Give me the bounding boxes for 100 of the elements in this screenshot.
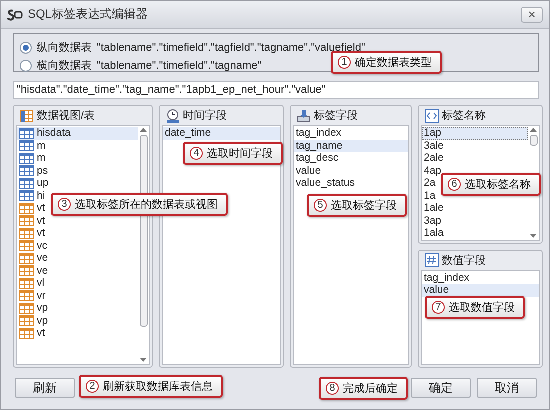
item-text: m (37, 152, 46, 164)
list-item[interactable]: vt (17, 227, 48, 240)
tag-icon (297, 108, 311, 122)
item-text: up (37, 177, 49, 190)
list-item[interactable]: vp (17, 314, 50, 327)
list-item[interactable]: value_status (294, 177, 357, 190)
expression-field[interactable]: "hisdata"."date_time"."tag_name"."1apb1_ep_net_hour"."value" (13, 81, 539, 99)
list-item[interactable]: 4ap (422, 164, 444, 177)
callout-text: 完成后确定 (343, 382, 398, 396)
down-arrow-icon[interactable] (530, 234, 537, 238)
step-number: 2 (86, 380, 99, 393)
list-item[interactable]: 1ale (422, 202, 446, 214)
list-item[interactable]: ve (17, 264, 50, 277)
panel-title: 标签字段 (314, 108, 358, 123)
item-text: ve (37, 264, 48, 277)
step-number: 3 (58, 198, 71, 211)
hash-icon (425, 253, 439, 268)
clock-icon (166, 108, 180, 122)
up-arrow-icon[interactable] (140, 128, 147, 132)
down-arrow-icon[interactable] (140, 358, 147, 362)
list-item[interactable]: 1ala (422, 227, 446, 240)
list-item[interactable]: up (17, 177, 51, 190)
radio-button[interactable] (20, 60, 32, 72)
callout-text: 选取数值字段 (449, 300, 515, 315)
list-item[interactable]: tag_name (294, 140, 408, 152)
step-number: 1 (338, 56, 351, 69)
table-icon (19, 228, 34, 239)
ok-button[interactable]: 确定 (411, 378, 471, 398)
callout-text: 选取标签所在的数据表或视图 (75, 198, 218, 212)
list-item[interactable]: ps (17, 164, 50, 177)
cancel-button[interactable]: 取消 (477, 378, 537, 398)
item-text: hi (37, 190, 46, 202)
item-text: vt (37, 202, 46, 214)
table-icon (19, 178, 34, 189)
list-item[interactable]: 2a (422, 177, 438, 190)
callout-text: 确定数据表类型 (355, 56, 432, 70)
table-icon (19, 202, 34, 214)
list-item[interactable]: 1a (422, 190, 438, 202)
item-text: ve (37, 252, 48, 264)
list-item[interactable]: hi (17, 190, 48, 202)
radio-button[interactable] (20, 42, 32, 54)
item-text: m (37, 140, 46, 152)
panel-title: 数值字段 (442, 254, 486, 268)
item-text: ps (37, 164, 48, 177)
item-text: vl (37, 277, 45, 290)
list-item[interactable]: 3ap (422, 214, 444, 227)
list-item[interactable]: vc (17, 240, 50, 252)
item-text: vt (37, 214, 46, 227)
table-icon (19, 190, 34, 202)
item-text: vp (37, 314, 48, 327)
format-text: "tablename"."timefield"."tagfield"."tagname"."valuefield" (97, 42, 366, 54)
step-number: 6 (448, 178, 461, 191)
list-item[interactable]: vt (17, 214, 48, 227)
list-item[interactable]: date_time (163, 127, 280, 140)
list-item[interactable]: value (422, 284, 539, 297)
table-icon (19, 265, 34, 276)
list-item[interactable]: 1ap (422, 127, 528, 140)
table-icon (19, 215, 34, 226)
list-item[interactable]: tag_index (422, 272, 472, 284)
item-text: vt (37, 327, 46, 340)
code-icon (425, 108, 439, 122)
table-icon (19, 328, 34, 339)
table-icon (19, 240, 34, 252)
up-arrow-icon[interactable] (530, 128, 537, 132)
list-item[interactable]: vt (17, 202, 48, 214)
item-text: vt (37, 227, 46, 240)
callout-text: 选取时间字段 (207, 146, 273, 161)
scroll-thumb[interactable] (530, 135, 538, 146)
list-item[interactable]: vl (17, 277, 47, 290)
panel-title: 时间字段 (183, 108, 227, 123)
step-number: 7 (432, 301, 445, 314)
table-icon (19, 128, 34, 139)
list-item[interactable]: vt (17, 327, 48, 340)
panel-title: 标签名称 (442, 109, 486, 123)
item-text: vp (37, 302, 48, 314)
list-item[interactable]: vr (17, 290, 48, 302)
radio-label: 纵向数据表 (37, 41, 92, 55)
list-item[interactable]: value (294, 164, 324, 177)
table-icon (19, 165, 34, 176)
table-icon (20, 108, 34, 122)
window-title: SQL标签表达式编辑器 (28, 6, 150, 23)
table-icon (19, 140, 34, 152)
table-icon (19, 152, 34, 164)
app-icon (7, 8, 23, 20)
list-item[interactable]: 2ale (422, 152, 446, 164)
table-icon (19, 252, 34, 264)
callout-text: 选取标签名称 (465, 178, 531, 192)
list-item[interactable]: 3ale (422, 140, 446, 152)
table-icon (19, 290, 34, 302)
list-item[interactable]: ve (17, 252, 50, 264)
refresh-button[interactable]: 刷新 (15, 378, 75, 398)
step-number: 8 (326, 382, 339, 395)
list-item[interactable]: tag_index (294, 127, 344, 140)
list-item[interactable]: tag_desc (294, 152, 341, 164)
table-icon (19, 278, 34, 289)
list-item[interactable]: vp (17, 302, 50, 314)
list-item[interactable]: hisdata (17, 127, 138, 140)
close-button[interactable]: × (521, 6, 543, 22)
list-item[interactable]: m (17, 152, 48, 164)
list-item[interactable]: m (17, 140, 48, 152)
